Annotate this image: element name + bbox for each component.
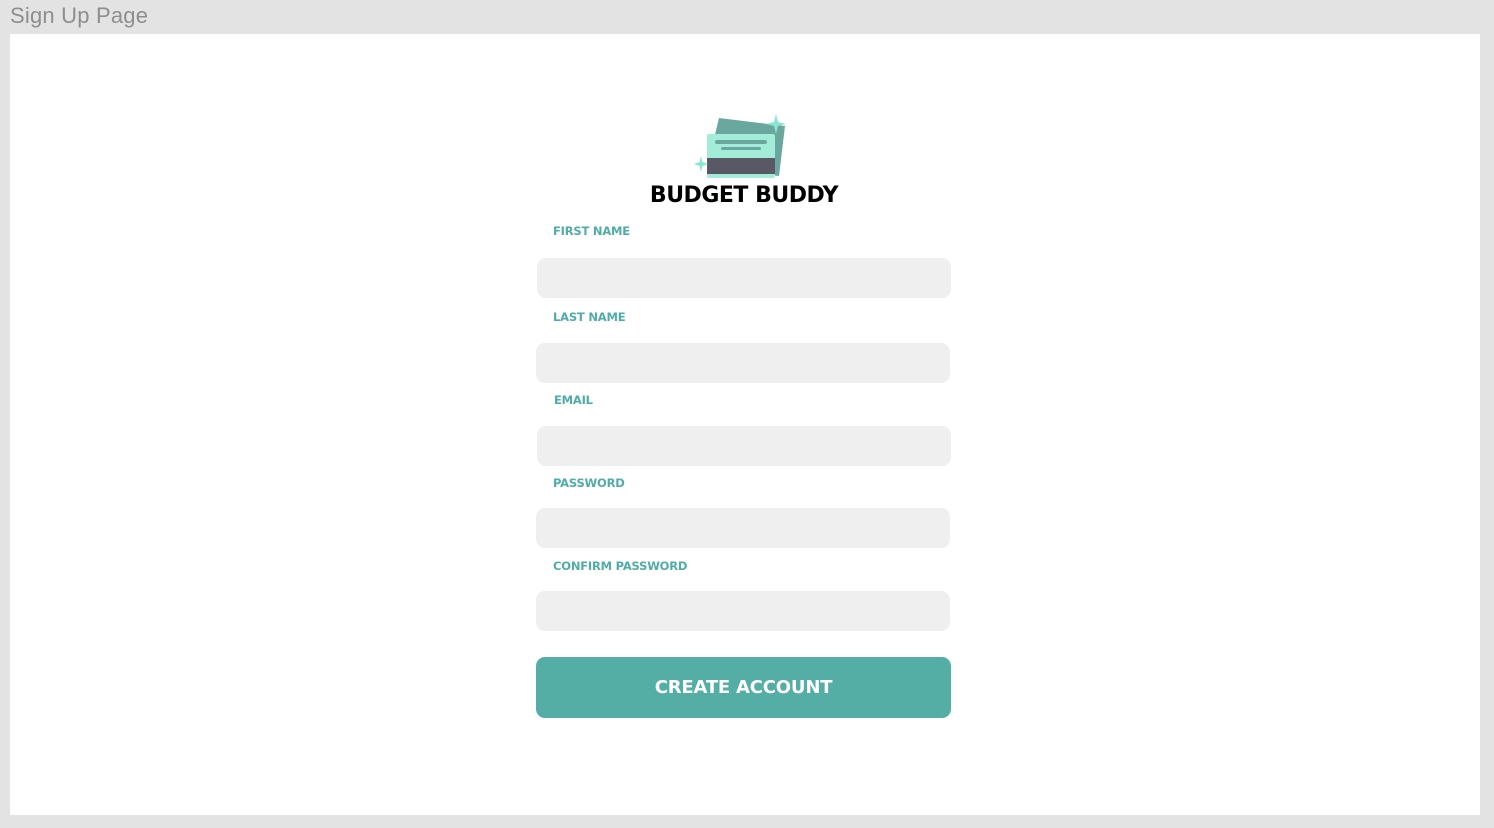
last-name-input[interactable] — [536, 343, 950, 383]
brand-name: BUDGET BUDDY — [649, 183, 839, 208]
last-name-label: LAST NAME — [553, 310, 626, 324]
password-label: PASSWORD — [553, 476, 625, 490]
confirm-password-label: CONFIRM PASSWORD — [553, 559, 688, 573]
first-name-input[interactable] — [537, 258, 951, 298]
first-name-label: FIRST NAME — [553, 224, 630, 238]
frame-title: Sign Up Page — [10, 3, 149, 28]
confirm-password-input[interactable] — [536, 591, 950, 631]
email-input[interactable] — [537, 426, 951, 466]
create-account-button[interactable]: CREATE ACCOUNT — [536, 657, 951, 718]
password-input[interactable] — [536, 508, 950, 548]
email-label: EMAIL — [554, 393, 593, 407]
wallet-cards-icon — [694, 114, 786, 178]
